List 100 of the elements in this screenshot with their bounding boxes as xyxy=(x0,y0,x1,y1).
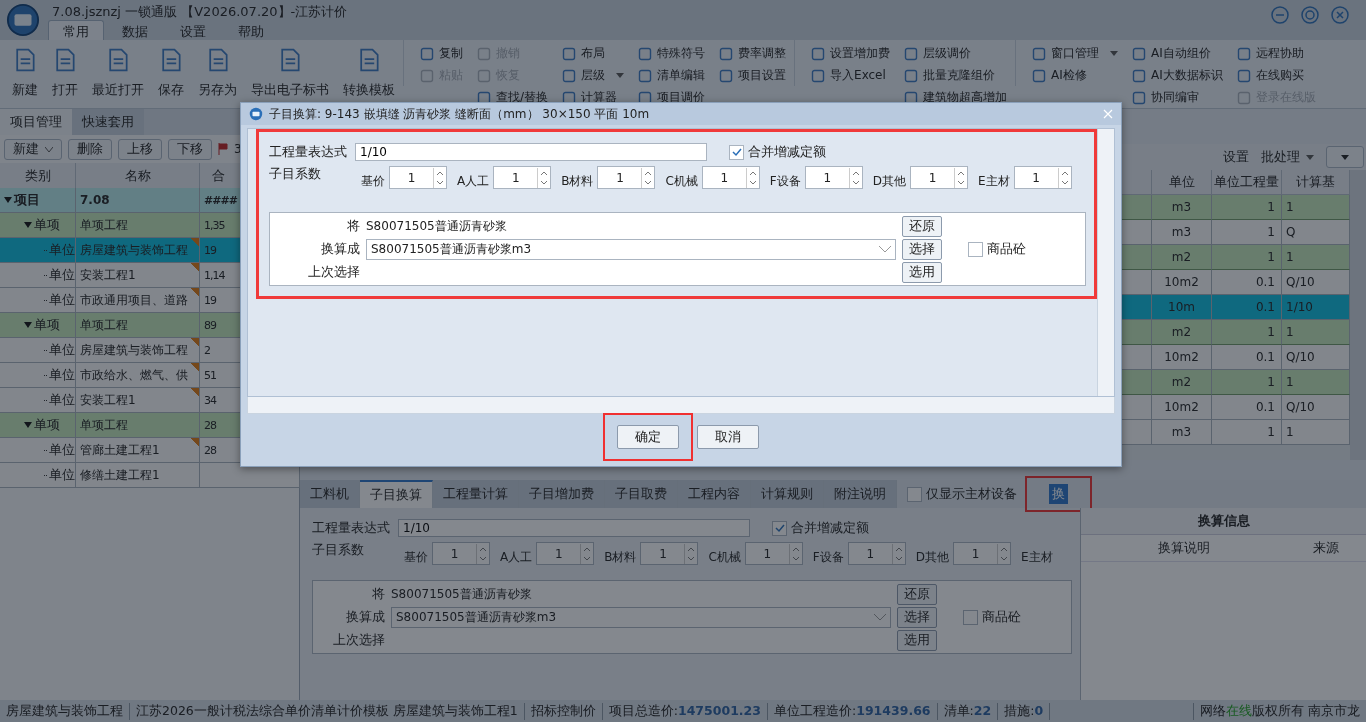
panel-tab[interactable]: 快速套用 xyxy=(72,109,144,135)
menu-tab[interactable]: 设置 xyxy=(166,20,220,43)
toolbar-button[interactable]: 导入Excel xyxy=(811,65,891,86)
toolbar-button[interactable]: 上移 xyxy=(118,138,162,160)
toolbar-button[interactable]: 另存为 xyxy=(192,40,243,99)
panel-tab[interactable]: 工程量计算 xyxy=(433,480,519,508)
tree-item[interactable]: 单位 xyxy=(0,288,76,313)
number-spinner[interactable]: 1 xyxy=(910,166,968,189)
toolbar-button[interactable]: AI大数据标识 xyxy=(1132,65,1223,86)
toolbar-button[interactable]: 层级调价 xyxy=(904,43,1008,64)
panel-tab[interactable]: 计算规则 xyxy=(751,480,824,508)
toolbar-button[interactable]: 窗口管理 xyxy=(1032,43,1119,64)
input-field[interactable]: 1/10 xyxy=(398,519,750,537)
scrollbar[interactable] xyxy=(247,397,1115,414)
menu-tab[interactable]: 帮助 xyxy=(224,20,278,43)
number-spinner[interactable]: 1 xyxy=(953,542,1011,565)
number-spinner[interactable]: 1 xyxy=(597,166,656,189)
number-spinner[interactable]: 1 xyxy=(804,166,863,189)
toolbar-button[interactable]: 删除 xyxy=(68,138,112,160)
checkbox[interactable]: 商品砼 xyxy=(968,240,1038,258)
expand-icon[interactable] xyxy=(24,422,32,428)
scrollbar[interactable] xyxy=(1350,170,1366,460)
toolbar-button[interactable]: 下移 xyxy=(168,138,212,160)
toolbar-button[interactable]: 在线购买 xyxy=(1236,65,1316,86)
toolbar-button[interactable]: 最近打开 xyxy=(86,40,150,99)
apply-button[interactable]: 选用 xyxy=(897,629,937,651)
toolbar-button[interactable]: 转换模板 xyxy=(337,40,401,99)
expand-icon[interactable] xyxy=(24,322,32,328)
checkbox[interactable]: 商品砼 xyxy=(963,608,1023,626)
checkbox[interactable]: 合并增减定额 xyxy=(772,519,869,537)
tree-item[interactable]: 单项 xyxy=(0,413,76,438)
convert-button[interactable]: 换 xyxy=(1049,484,1068,504)
toolbar-button[interactable]: 设置增加费 xyxy=(811,43,891,64)
toolbar-button[interactable]: 新建 xyxy=(6,40,44,99)
number-spinner[interactable]: 1 xyxy=(701,166,760,189)
tree-item[interactable]: 单位 xyxy=(0,463,76,488)
toolbar-button[interactable]: AI检修 xyxy=(1032,65,1119,86)
number-spinner[interactable]: 1 xyxy=(744,542,803,565)
ok-button[interactable]: 确定 xyxy=(617,425,679,449)
toolbar-button[interactable]: 布局 xyxy=(562,43,625,64)
panel-tab[interactable]: 项目管理 xyxy=(0,109,72,135)
panel-tab[interactable]: 工程内容 xyxy=(678,480,751,508)
choose-button[interactable]: 选择 xyxy=(902,238,942,260)
toolbar-button[interactable]: 保存 xyxy=(152,40,190,99)
toolbar-button[interactable]: 层级 xyxy=(562,65,625,86)
panel-tab[interactable]: 附注说明 xyxy=(824,480,897,508)
toolbar-button[interactable]: 项目设置 xyxy=(719,65,787,86)
toolbar-button[interactable]: 复制 xyxy=(420,43,463,64)
scrollbar[interactable] xyxy=(1097,129,1114,396)
number-spinner[interactable]: 1 xyxy=(640,542,699,565)
lifebuoy-icon[interactable] xyxy=(1300,5,1320,25)
choose-button[interactable]: 选择 xyxy=(897,606,937,628)
menu-tab[interactable]: 数据 xyxy=(108,20,162,43)
toolbar-button[interactable]: 打开 xyxy=(46,40,84,99)
checkbox[interactable]: 合并增减定额 xyxy=(729,143,826,161)
toolbar-button[interactable]: 批处理 xyxy=(1261,148,1314,166)
tree-item[interactable]: 单项 xyxy=(0,313,76,338)
tree-item[interactable]: 单位 xyxy=(0,438,76,463)
panel-tab[interactable]: 工料机 xyxy=(300,480,360,508)
checkbox[interactable]: 仅显示主材设备 xyxy=(907,480,1017,508)
toolbar-button[interactable]: 批量克隆组价 xyxy=(904,65,1008,86)
toolbar-button[interactable]: 协同编审 xyxy=(1132,87,1223,108)
panel-tab[interactable]: 子目换算 xyxy=(360,480,433,508)
tree-item[interactable]: 项目 xyxy=(0,188,76,213)
toolbar-button[interactable]: 远程协助 xyxy=(1236,43,1316,64)
restore-button[interactable]: 还原 xyxy=(902,215,942,237)
minimize-icon[interactable] xyxy=(1270,5,1290,25)
tree-item[interactable]: 单项 xyxy=(0,213,76,238)
tree-item[interactable]: 单位 xyxy=(0,238,76,263)
tree-item[interactable]: 单位 xyxy=(0,338,76,363)
apply-button[interactable]: 选用 xyxy=(902,261,942,283)
number-spinner[interactable]: 1 xyxy=(432,542,490,565)
number-spinner[interactable]: 1 xyxy=(1013,166,1072,189)
dropdown-button[interactable] xyxy=(1326,146,1364,168)
number-spinner[interactable]: 1 xyxy=(847,542,906,565)
close-icon[interactable] xyxy=(1330,5,1350,25)
toolbar-button[interactable]: 新建 xyxy=(4,138,62,160)
toolbar-button[interactable]: 特殊符号 xyxy=(638,43,706,64)
expand-icon[interactable] xyxy=(4,197,12,203)
tree-item[interactable]: 单位 xyxy=(0,388,76,413)
panel-tab[interactable]: 子目增加费 xyxy=(519,480,605,508)
panel-tab[interactable]: 子目取费 xyxy=(605,480,678,508)
input-field[interactable]: 1/10 xyxy=(355,143,707,161)
toolbar-button[interactable]: AI自动组价 xyxy=(1132,43,1223,64)
toolbar-button[interactable]: 导出电子标书 xyxy=(245,40,335,99)
number-spinner[interactable]: 1 xyxy=(536,542,595,565)
expand-icon[interactable] xyxy=(24,222,32,228)
app-logo-icon[interactable] xyxy=(6,3,40,37)
restore-button[interactable]: 还原 xyxy=(897,583,937,605)
dropdown-field[interactable]: S80071505普通沥青砂浆m3 xyxy=(366,238,896,260)
toolbar-button[interactable]: 费率调整 xyxy=(719,43,787,64)
dropdown-field[interactable]: S80071505普通沥青砂浆m3 xyxy=(391,606,891,628)
number-spinner[interactable]: 1 xyxy=(493,166,552,189)
toolbar-button[interactable]: 清单编辑 xyxy=(638,65,706,86)
number-spinner[interactable]: 1 xyxy=(389,166,447,189)
tree-item[interactable]: 单位 xyxy=(0,363,76,388)
cancel-button[interactable]: 取消 xyxy=(697,425,759,449)
table-cell: m3 xyxy=(1152,195,1212,220)
tree-item[interactable]: 单位 xyxy=(0,263,76,288)
toolbar-button[interactable]: 设置 xyxy=(1223,148,1249,166)
